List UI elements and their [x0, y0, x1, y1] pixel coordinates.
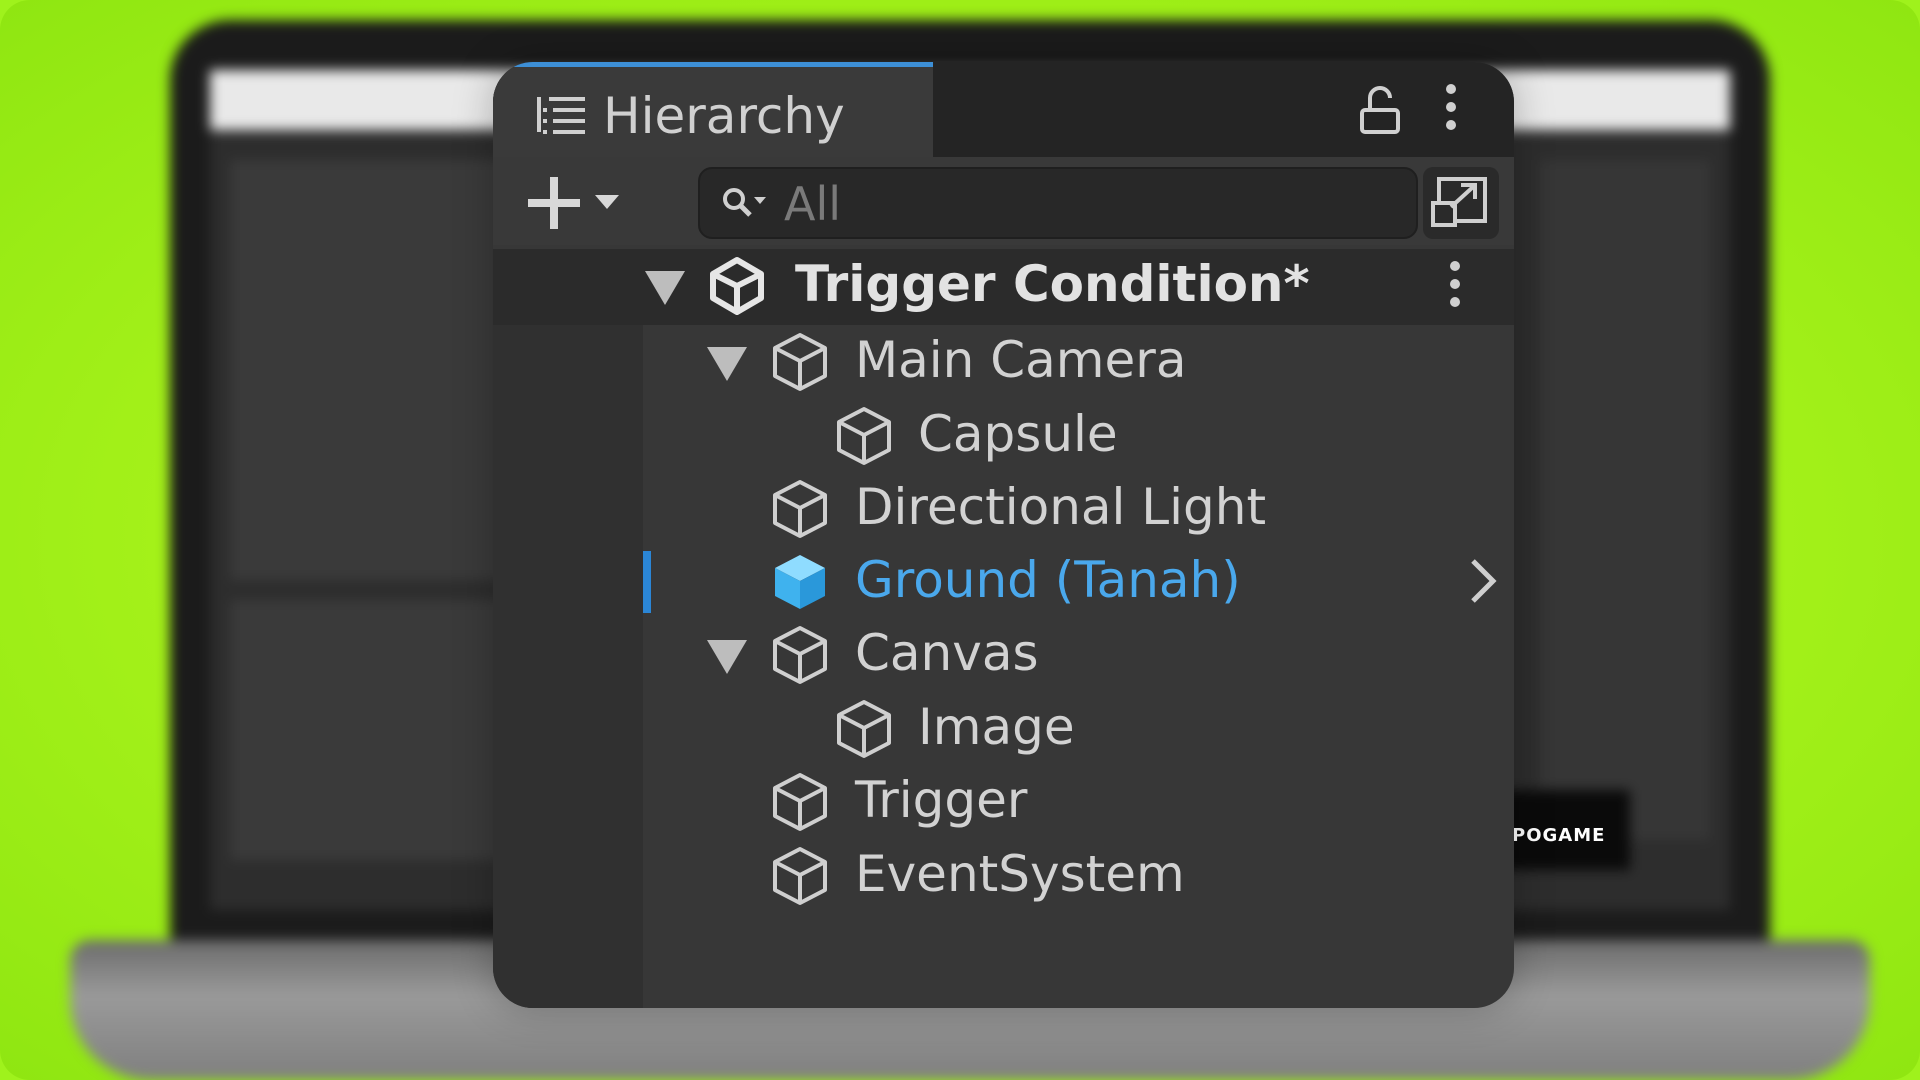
expand-arrow-icon[interactable]	[707, 347, 747, 383]
hierarchy-tree: Main Camera Capsule Directional Light Gr…	[493, 325, 1514, 1008]
unity-logo-icon	[710, 257, 764, 315]
panel-menu-icon[interactable]	[1444, 84, 1458, 136]
lock-icon[interactable]	[1358, 86, 1402, 136]
gameobject-cube-icon	[773, 773, 827, 831]
tree-item-eventsystem[interactable]: EventSystem	[493, 839, 1514, 911]
scene-menu-icon[interactable]	[1448, 261, 1462, 313]
hierarchy-toolbar	[493, 157, 1514, 245]
search-icon	[723, 188, 766, 217]
tree-item-label: EventSystem	[855, 845, 1185, 903]
tree-item-label: Main Camera	[855, 331, 1187, 389]
chevron-right-icon[interactable]	[1465, 555, 1501, 607]
tree-item-main-camera[interactable]: Main Camera	[493, 325, 1514, 397]
tree-item-canvas[interactable]: Canvas	[493, 618, 1514, 690]
tree-item-label: Canvas	[855, 624, 1039, 682]
search-box[interactable]	[698, 167, 1418, 239]
hierarchy-panel: Hierarchy All Trigger Condition* Main Ca…	[493, 62, 1514, 1008]
tree-item-ground-tanah[interactable]: Ground (Tanah)	[493, 545, 1514, 617]
gameobject-cube-icon	[773, 847, 827, 905]
selection-indicator	[643, 551, 651, 613]
chevron-down-icon	[595, 195, 619, 209]
expand-arrow-icon[interactable]	[707, 640, 747, 676]
search-input[interactable]	[782, 175, 1386, 233]
editor-inspector-panel	[1540, 160, 1710, 840]
gameobject-cube-icon	[773, 626, 827, 684]
add-button[interactable]	[525, 173, 625, 233]
tab-title: Hierarchy	[603, 87, 845, 145]
tree-item-capsule[interactable]: Capsule	[493, 399, 1514, 471]
tree-item-label: Image	[918, 698, 1075, 756]
scene-row[interactable]: Trigger Condition*	[493, 249, 1514, 325]
gameobject-cube-icon	[773, 333, 827, 391]
gameobject-cube-icon	[837, 407, 891, 465]
editor-project-panel	[230, 600, 520, 860]
open-scene-icon[interactable]	[1423, 167, 1499, 239]
watermark: POGAME	[1512, 825, 1606, 846]
gameobject-cube-icon	[837, 700, 891, 758]
tab-bar: Hierarchy	[493, 62, 1514, 157]
plus-icon	[528, 177, 580, 229]
tree-item-label: Capsule	[918, 405, 1118, 463]
scene-name: Trigger Condition*	[795, 255, 1310, 313]
tree-item-label: Directional Light	[855, 478, 1267, 536]
expand-arrow-icon[interactable]	[645, 271, 685, 307]
list-icon	[537, 97, 585, 134]
tree-item-label: Ground (Tanah)	[855, 551, 1241, 609]
tree-item-label: Trigger	[855, 771, 1028, 829]
gameobject-cube-icon	[775, 555, 825, 609]
tree-item-image[interactable]: Image	[493, 692, 1514, 764]
tree-item-directional-light[interactable]: Directional Light	[493, 472, 1514, 544]
tree-item-trigger[interactable]: Trigger	[493, 765, 1514, 837]
tab-hierarchy[interactable]: Hierarchy	[493, 62, 933, 157]
editor-left-panel	[230, 160, 520, 580]
gameobject-cube-icon	[773, 480, 827, 538]
